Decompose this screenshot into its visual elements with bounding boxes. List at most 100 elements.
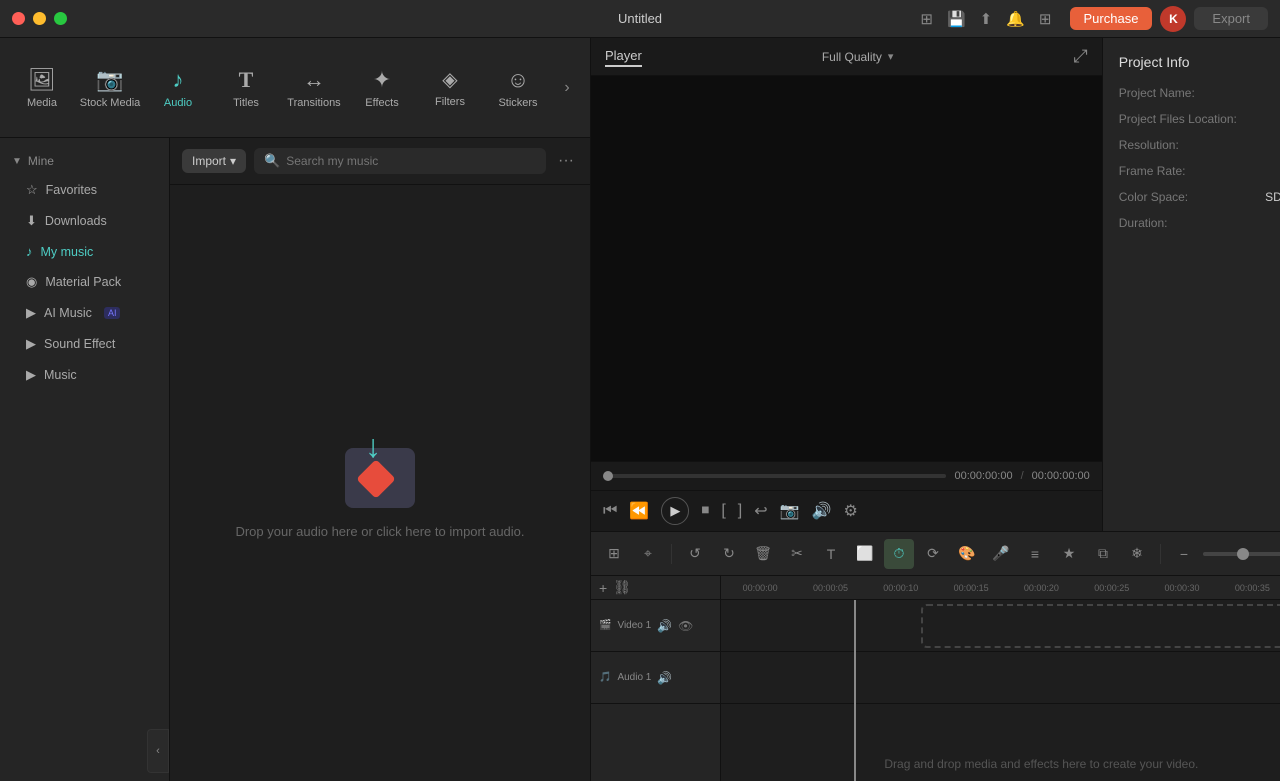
step-back-button[interactable]: ⏪: [629, 501, 649, 521]
quality-chevron-icon[interactable]: ▾: [888, 50, 894, 63]
stop-button[interactable]: ⏹: [701, 502, 709, 520]
delete-button[interactable]: 🗑: [748, 539, 778, 569]
title-bar: Untitled ⊞ 💾 ⬆ 🔔 ⊞ Purchase K Export: [0, 0, 1280, 38]
audio-toolbar: Import ▾ 🔍 ···: [170, 138, 590, 185]
save-icon[interactable]: 💾: [947, 10, 966, 28]
audio-track-mute-icon[interactable]: 🔊: [657, 671, 672, 685]
toolbar-item-stock-media[interactable]: 📷 Stock Media: [76, 48, 144, 128]
video-track-icon: 🎬: [599, 620, 611, 631]
toolbar-item-transitions[interactable]: ↔ Transitions: [280, 48, 348, 128]
cut-button[interactable]: ✂: [782, 539, 812, 569]
toolbar-item-stickers[interactable]: ☺ Stickers: [484, 48, 552, 128]
export-button[interactable]: Export: [1194, 7, 1268, 30]
fullscreen-button[interactable]: [54, 12, 67, 25]
crop-button[interactable]: ⬜: [850, 539, 880, 569]
caption-button[interactable]: ≡: [1020, 539, 1050, 569]
info-row-resolution: Resolution: 1920 x 1080: [1119, 138, 1280, 152]
upload-icon[interactable]: ⬆: [980, 10, 993, 28]
toolbar-item-effects[interactable]: ✦ Effects: [348, 48, 416, 128]
audio-icon: ♪: [173, 67, 184, 93]
redo-button[interactable]: ↻: [714, 539, 744, 569]
video-drop-zone[interactable]: +: [921, 604, 1280, 648]
downloads-icon: ⬇: [26, 213, 37, 229]
transform-button[interactable]: ⟳: [918, 539, 948, 569]
sidebar-collapse-button[interactable]: ‹: [147, 729, 169, 773]
minimize-button[interactable]: [33, 12, 46, 25]
preview-tabs: Player: [605, 46, 642, 67]
snapshot-button[interactable]: 📷: [780, 501, 800, 521]
sidebar-item-favorites[interactable]: ☆ Favorites: [4, 175, 165, 205]
voice-button[interactable]: 🎤: [986, 539, 1016, 569]
color-button[interactable]: 🎨: [952, 539, 982, 569]
progress-bar[interactable]: [603, 474, 946, 478]
track-label-audio: 🎵 Audio 1 🔊: [591, 652, 720, 704]
ruler-mark-7: 00:00:35: [1217, 583, 1280, 593]
freeze-button[interactable]: ❄: [1122, 539, 1152, 569]
toolbar-item-media[interactable]: 🖼 Media: [8, 48, 76, 128]
loop-button[interactable]: ↩: [754, 501, 767, 521]
sidebar-item-my-music[interactable]: ♪ My music: [4, 237, 165, 266]
sidebar-label-ai-music: AI Music: [44, 306, 92, 320]
audio-panel: ▼ Mine ☆ Favorites ⬇ Downloads ♪ My musi…: [0, 138, 590, 781]
timeline-magnet-button[interactable]: ⌖: [633, 539, 663, 569]
zoom-slider[interactable]: [1203, 552, 1280, 556]
play-button[interactable]: ▶: [661, 497, 689, 525]
sticker-button[interactable]: ★: [1054, 539, 1084, 569]
video-track: +: [721, 600, 1280, 652]
main-layout: 🖼 Media 📷 Stock Media ♪ Audio T Titles ↔…: [0, 38, 1280, 781]
drop-area[interactable]: ↓ Drop your audio here or click here to …: [170, 185, 590, 781]
toolbar-more-button[interactable]: ›: [552, 73, 582, 103]
toolbar-item-titles[interactable]: T Titles: [212, 48, 280, 128]
toolbar-label-effects: Effects: [365, 97, 398, 109]
expand-icon[interactable]: ⤢: [1073, 46, 1087, 67]
add-track-icon[interactable]: +: [599, 580, 607, 596]
link-icon[interactable]: ⛓: [613, 579, 631, 596]
sidebar-label-downloads: Downloads: [45, 214, 107, 228]
search-input[interactable]: [286, 154, 536, 168]
close-button[interactable]: [12, 12, 25, 25]
sidebar-item-downloads[interactable]: ⬇ Downloads: [4, 206, 165, 236]
playback-controls: ⏮ ⏪ ▶ ⏹ [ ] ↩ 📷 🔊 ⚙: [591, 490, 1102, 531]
timeline-ruler: 00:00:00 00:00:05 00:00:10 00:00:15 00:0…: [721, 576, 1280, 600]
ruler-mark-4: 00:00:20: [1006, 583, 1076, 593]
video-track-lock-icon[interactable]: 👁: [678, 619, 693, 633]
ruler-mark-0: 00:00:00: [725, 583, 795, 593]
toolbar-item-audio[interactable]: ♪ Audio: [144, 48, 212, 128]
text-button[interactable]: T: [816, 539, 846, 569]
sidebar-item-sound-effect[interactable]: ▶ Sound Effect: [4, 329, 165, 359]
toolbar-item-filters[interactable]: ◈ Filters: [416, 48, 484, 128]
timeline-labels: + ⛓ 🎬 Video 1 🔊 👁 🎵 Audio 1: [591, 576, 721, 781]
playhead[interactable]: [847, 600, 863, 781]
timeline-layout-button[interactable]: ⊞: [599, 539, 629, 569]
project-info-title: Project Info: [1119, 54, 1280, 70]
traffic-lights: [12, 12, 67, 25]
video-track-audio-icon[interactable]: 🔊: [657, 619, 672, 633]
ruler-mark-1: 00:00:05: [795, 583, 865, 593]
preview-area: Player Full Quality ▾ ⤢ 00:00:00:00 / 0: [591, 38, 1102, 531]
settings-button[interactable]: ⚙: [844, 501, 858, 521]
purchase-button[interactable]: Purchase: [1070, 7, 1153, 30]
volume-button[interactable]: 🔊: [812, 501, 832, 521]
sidebar-item-music[interactable]: ▶ Music: [4, 360, 165, 390]
quality-control: Full Quality ▾: [822, 50, 894, 64]
bell-icon[interactable]: 🔔: [1006, 10, 1025, 28]
grid-icon[interactable]: ⊞: [1039, 10, 1052, 28]
mark-in-button[interactable]: [: [721, 502, 725, 520]
speed-button[interactable]: ⏱: [884, 539, 914, 569]
sidebar-item-material-pack[interactable]: ◉ Material Pack: [4, 267, 165, 297]
more-options-button[interactable]: ···: [554, 148, 578, 174]
copy-button[interactable]: ⧉: [1088, 539, 1118, 569]
mark-out-button[interactable]: ]: [738, 502, 742, 520]
sidebar-section-mine[interactable]: ▼ Mine: [0, 148, 169, 174]
skip-back-button[interactable]: ⏮: [603, 502, 617, 520]
tab-player[interactable]: Player: [605, 46, 642, 67]
undo-button[interactable]: ↺: [680, 539, 710, 569]
preview-progress-bar-area: 00:00:00:00 / 00:00:00:00: [591, 461, 1102, 490]
avatar[interactable]: K: [1160, 6, 1186, 32]
import-button[interactable]: Import ▾: [182, 149, 246, 173]
layout-icon[interactable]: ⊞: [920, 10, 933, 28]
zoom-out-button[interactable]: −: [1169, 539, 1199, 569]
sound-effect-expand-icon: ▶: [26, 336, 36, 352]
sidebar-item-ai-music[interactable]: ▶ AI Music AI: [4, 298, 165, 328]
info-row-location: Project Files Location: /: [1119, 112, 1280, 126]
